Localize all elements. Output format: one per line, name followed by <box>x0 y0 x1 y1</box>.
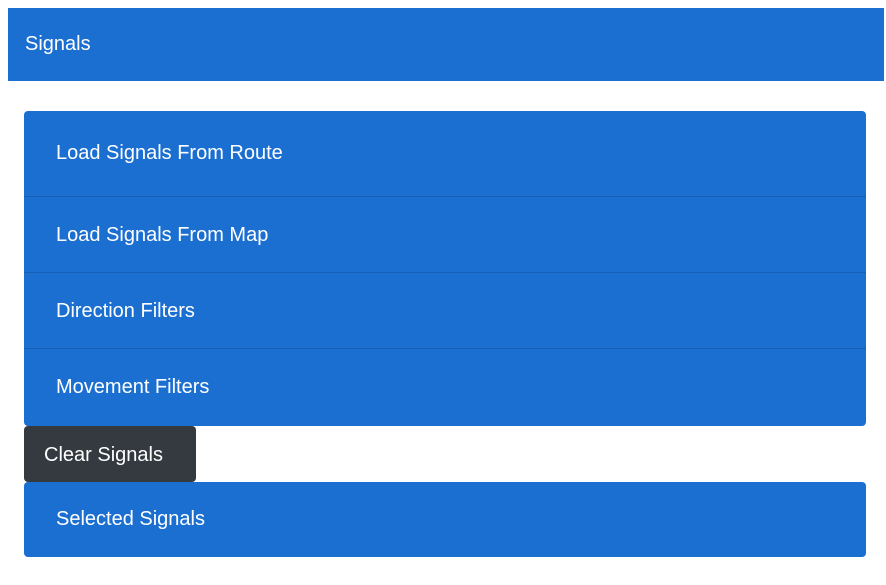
load-signals-from-route-button[interactable]: Load Signals From Route <box>24 111 866 197</box>
direction-filters-button[interactable]: Direction Filters <box>24 273 866 349</box>
movement-filters-button[interactable]: Movement Filters <box>24 349 866 426</box>
clear-signals-button[interactable]: Clear Signals <box>24 426 196 482</box>
load-signals-from-map-button[interactable]: Load Signals From Map <box>24 197 866 273</box>
signals-panel: Signals Load Signals From Route Load Sig… <box>8 8 884 585</box>
selected-signals-button[interactable]: Selected Signals <box>24 482 866 557</box>
panel-title: Signals <box>8 8 884 81</box>
